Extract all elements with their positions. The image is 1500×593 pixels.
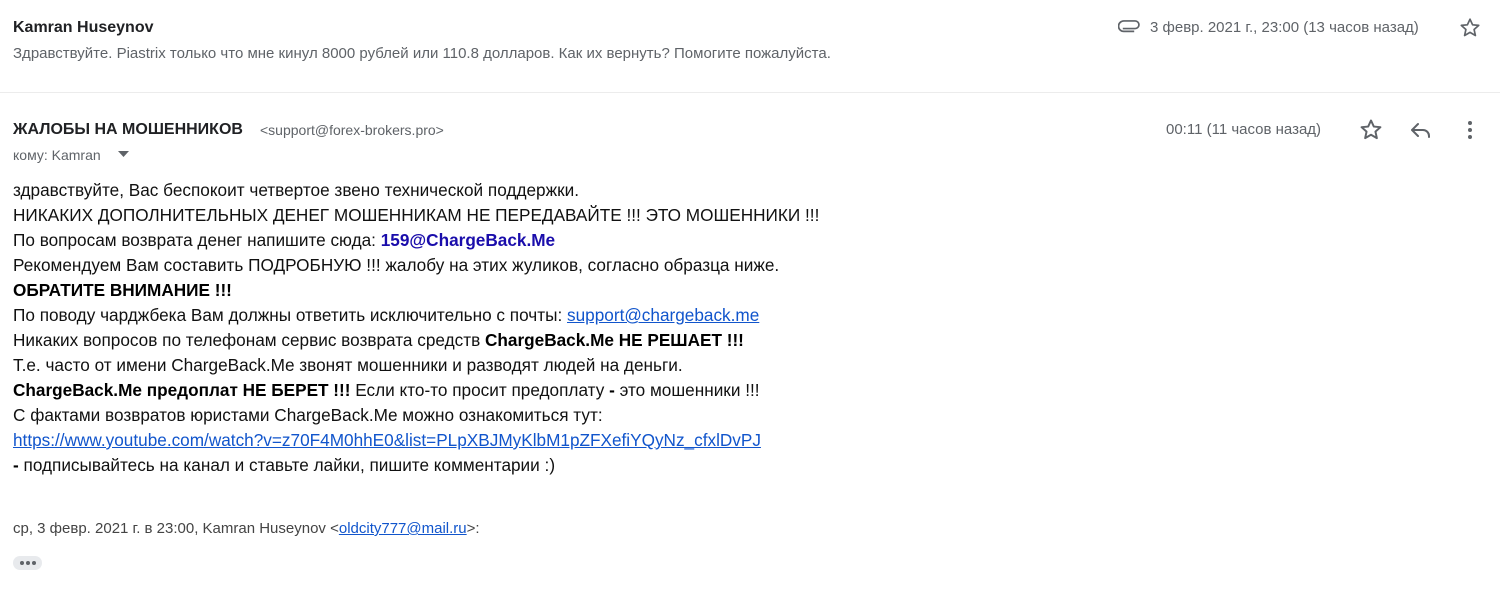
body-line: С фактами возвратов юристами ChargeBack.… bbox=[13, 405, 603, 425]
chevron-down-icon[interactable] bbox=[118, 151, 129, 158]
body-line: https://www.youtube.com/watch?v=z70F4M0h… bbox=[13, 428, 1473, 453]
support-email-link[interactable]: support@chargeback.me bbox=[567, 305, 759, 325]
star-icon[interactable] bbox=[1458, 16, 1482, 40]
body-bold-text: ChargeBack.Me НЕ РЕШАЕТ !!! bbox=[484, 330, 744, 350]
sender-name: Kamran Huseynov bbox=[13, 19, 154, 36]
body-line: ОБРАТИТЕ ВНИМАНИЕ !!! bbox=[13, 278, 1473, 303]
more-vert-icon[interactable] bbox=[1458, 118, 1482, 142]
body-text: Никаких вопросов по телефонам сервис воз… bbox=[13, 330, 485, 350]
body-text: Если кто-то просит предоплату bbox=[350, 380, 610, 400]
body-line: По поводу чарджбека Вам должны ответить … bbox=[13, 303, 1473, 328]
message-time: 00:11 (11 часов назад) bbox=[1166, 121, 1322, 138]
body-bold-text: ChargeBack.Me предоплат НЕ БЕРЕТ !!! bbox=[13, 380, 351, 400]
ellipsis-dot bbox=[26, 561, 30, 565]
message-body: здравствуйте, Вас беспокоит четвертое зв… bbox=[13, 178, 1473, 478]
body-text: По поводу чарджбека Вам должны ответить … bbox=[13, 305, 568, 325]
youtube-link[interactable]: https://www.youtube.com/watch?v=z70F4M0h… bbox=[13, 430, 761, 450]
reply-icon[interactable] bbox=[1408, 118, 1434, 142]
quote-prefix: ср, 3 февр. 2021 г. в 23:00, Kamran Huse… bbox=[13, 520, 339, 537]
message-date: 3 февр. 2021 г., 23:00 (13 часов назад) bbox=[1150, 19, 1419, 36]
quote-header: ср, 3 февр. 2021 г. в 23:00, Kamran Huse… bbox=[13, 520, 480, 537]
body-text: По вопросам возврата денег напишите сюда… bbox=[13, 230, 381, 250]
body-line: Т.е. часто от имени ChargeBack.Me звонят… bbox=[13, 355, 683, 375]
body-text: подписывайтесь на канал и ставьте лайки,… bbox=[18, 455, 556, 475]
sender-email: <support@forex-brokers.pro> bbox=[260, 122, 444, 138]
body-text: это мошенники !!! bbox=[614, 380, 760, 400]
body-line: ChargeBack.Me предоплат НЕ БЕРЕТ !!! Есл… bbox=[13, 378, 1473, 403]
star-icon[interactable] bbox=[1358, 117, 1384, 143]
body-line: Никаких вопросов по телефонам сервис воз… bbox=[13, 328, 1473, 353]
attachment-icon bbox=[1118, 17, 1142, 35]
body-line: НИКАКИХ ДОПОЛНИТЕЛЬНЫХ ДЕНЕГ МОШЕННИКАМ … bbox=[13, 205, 820, 225]
quote-email-link[interactable]: oldcity777@mail.ru bbox=[339, 520, 467, 537]
ellipsis-dot bbox=[32, 561, 36, 565]
contact-email: 159@ChargeBack.Me bbox=[380, 230, 556, 250]
ellipsis-dot bbox=[20, 561, 24, 565]
sender-name[interactable]: ЖАЛОБЫ НА МОШЕННИКОВ bbox=[13, 121, 243, 139]
body-line: здравствуйте, Вас беспокоит четвертое зв… bbox=[13, 180, 579, 200]
body-line: - подписывайтесь на канал и ставьте лайк… bbox=[13, 453, 1473, 478]
body-line: Рекомендуем Вам составить ПОДРОБНУЮ !!! … bbox=[13, 255, 780, 275]
message-divider bbox=[0, 92, 1500, 93]
body-line: По вопросам возврата денег напишите сюда… bbox=[13, 228, 1473, 253]
message-snippet: Здравствуйте. Piastrix только что мне ки… bbox=[13, 45, 831, 62]
attention-heading: ОБРАТИТЕ ВНИМАНИЕ !!! bbox=[13, 280, 232, 300]
show-trimmed-content-button[interactable] bbox=[13, 556, 42, 570]
quote-suffix: >: bbox=[466, 520, 480, 537]
recipient-label: кому: Kamran bbox=[13, 147, 101, 163]
